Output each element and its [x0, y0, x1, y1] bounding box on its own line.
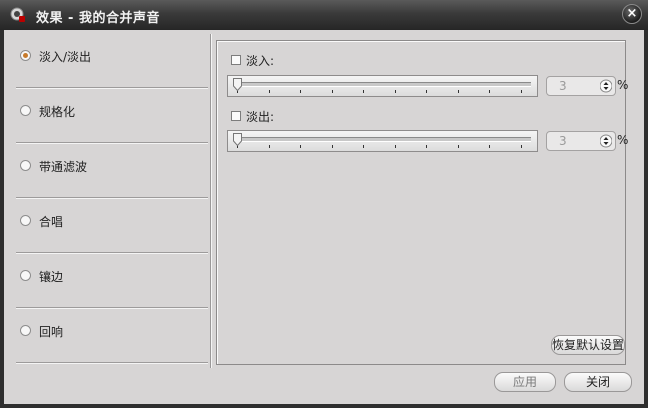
fade-in-unit: %: [617, 78, 629, 92]
sidebar-item-chorus[interactable]: 合唱: [8, 200, 208, 254]
fade-settings-panel: 淡入: 3 % 淡出: 3 % 恢复默认设置: [216, 40, 629, 365]
slider-tick: [363, 90, 364, 93]
slider-tick: [269, 90, 270, 93]
radio-icon[interactable]: [20, 325, 31, 336]
slider-tick: [332, 145, 333, 148]
sidebar-item-label: 淡入/淡出: [39, 50, 92, 64]
sidebar-item-fade[interactable]: 淡入/淡出: [8, 35, 208, 89]
slider-tick: [489, 145, 490, 148]
sidebar-item-reverb[interactable]: 回响: [8, 310, 208, 364]
radio-selected-icon[interactable]: [20, 50, 31, 61]
divider: [16, 142, 208, 144]
sidebar-item-label: 带通滤波: [39, 160, 88, 174]
slider-tick: [426, 145, 427, 148]
divider: [16, 362, 208, 364]
divider: [16, 197, 208, 199]
fade-out-checkbox[interactable]: [231, 111, 241, 121]
slider-tick: [521, 90, 522, 93]
spin-arrows-icon[interactable]: [600, 79, 612, 93]
radio-icon[interactable]: [20, 160, 31, 171]
dialog-body: 淡入/淡出 规格化 带通滤波 合唱 镶边 回响 淡入: 3 % 淡出: 3 % …: [4, 30, 644, 404]
slider-tick: [426, 90, 427, 93]
slider-track: [234, 82, 531, 87]
vertical-divider: [210, 34, 212, 368]
fade-in-label: 淡入:: [246, 54, 275, 68]
fade-in-checkbox[interactable]: [231, 55, 241, 65]
spin-arrows-icon[interactable]: [600, 134, 612, 148]
divider: [16, 252, 208, 254]
slider-tick: [300, 90, 301, 93]
slider-tick: [300, 145, 301, 148]
fade-out-label: 淡出:: [246, 110, 275, 124]
slider-thumb[interactable]: [233, 78, 242, 91]
sidebar-item-normalize[interactable]: 规格化: [8, 90, 208, 144]
sidebar-item-bandpass[interactable]: 带通滤波: [8, 145, 208, 199]
speaker-icon: [10, 7, 25, 22]
window-title: 效果 - 我的合并声音: [36, 11, 160, 26]
sidebar-item-label: 合唱: [39, 215, 64, 229]
slider-tick: [458, 90, 459, 93]
slider-tick: [363, 145, 364, 148]
effects-window: 效果 - 我的合并声音 × 淡入/淡出 规格化 带通滤波 合唱 镶边 回响 淡入…: [0, 0, 648, 408]
close-button[interactable]: 关闭: [564, 372, 632, 392]
divider: [16, 87, 208, 89]
sidebar-item-flanger[interactable]: 镶边: [8, 255, 208, 309]
slider-tick: [395, 90, 396, 93]
slider-tick: [489, 90, 490, 93]
slider-track: [234, 137, 531, 142]
slider-tick: [395, 145, 396, 148]
fade-in-slider[interactable]: [227, 75, 538, 97]
title-bar: 效果 - 我的合并声音 ×: [0, 0, 648, 30]
close-icon[interactable]: ×: [622, 4, 642, 24]
slider-tick: [332, 90, 333, 93]
restore-defaults-button[interactable]: 恢复默认设置: [551, 335, 625, 355]
radio-icon[interactable]: [20, 270, 31, 281]
fade-out-spinbox[interactable]: 3: [546, 131, 616, 151]
fade-out-unit: %: [617, 133, 629, 147]
fade-out-slider[interactable]: [227, 130, 538, 152]
fade-in-value: 3: [559, 79, 567, 93]
fade-out-value: 3: [559, 134, 567, 148]
sidebar-item-label: 规格化: [39, 105, 76, 119]
apply-button[interactable]: 应用: [494, 372, 556, 392]
slider-thumb[interactable]: [233, 133, 242, 146]
sidebar-item-label: 回响: [39, 325, 64, 339]
fade-in-spinbox[interactable]: 3: [546, 76, 616, 96]
radio-icon[interactable]: [20, 105, 31, 116]
slider-tick: [521, 145, 522, 148]
radio-icon[interactable]: [20, 215, 31, 226]
sidebar-item-label: 镶边: [39, 270, 64, 284]
slider-tick: [458, 145, 459, 148]
divider: [16, 307, 208, 309]
effects-sidebar: 淡入/淡出 规格化 带通滤波 合唱 镶边 回响: [8, 35, 208, 365]
slider-tick: [269, 145, 270, 148]
